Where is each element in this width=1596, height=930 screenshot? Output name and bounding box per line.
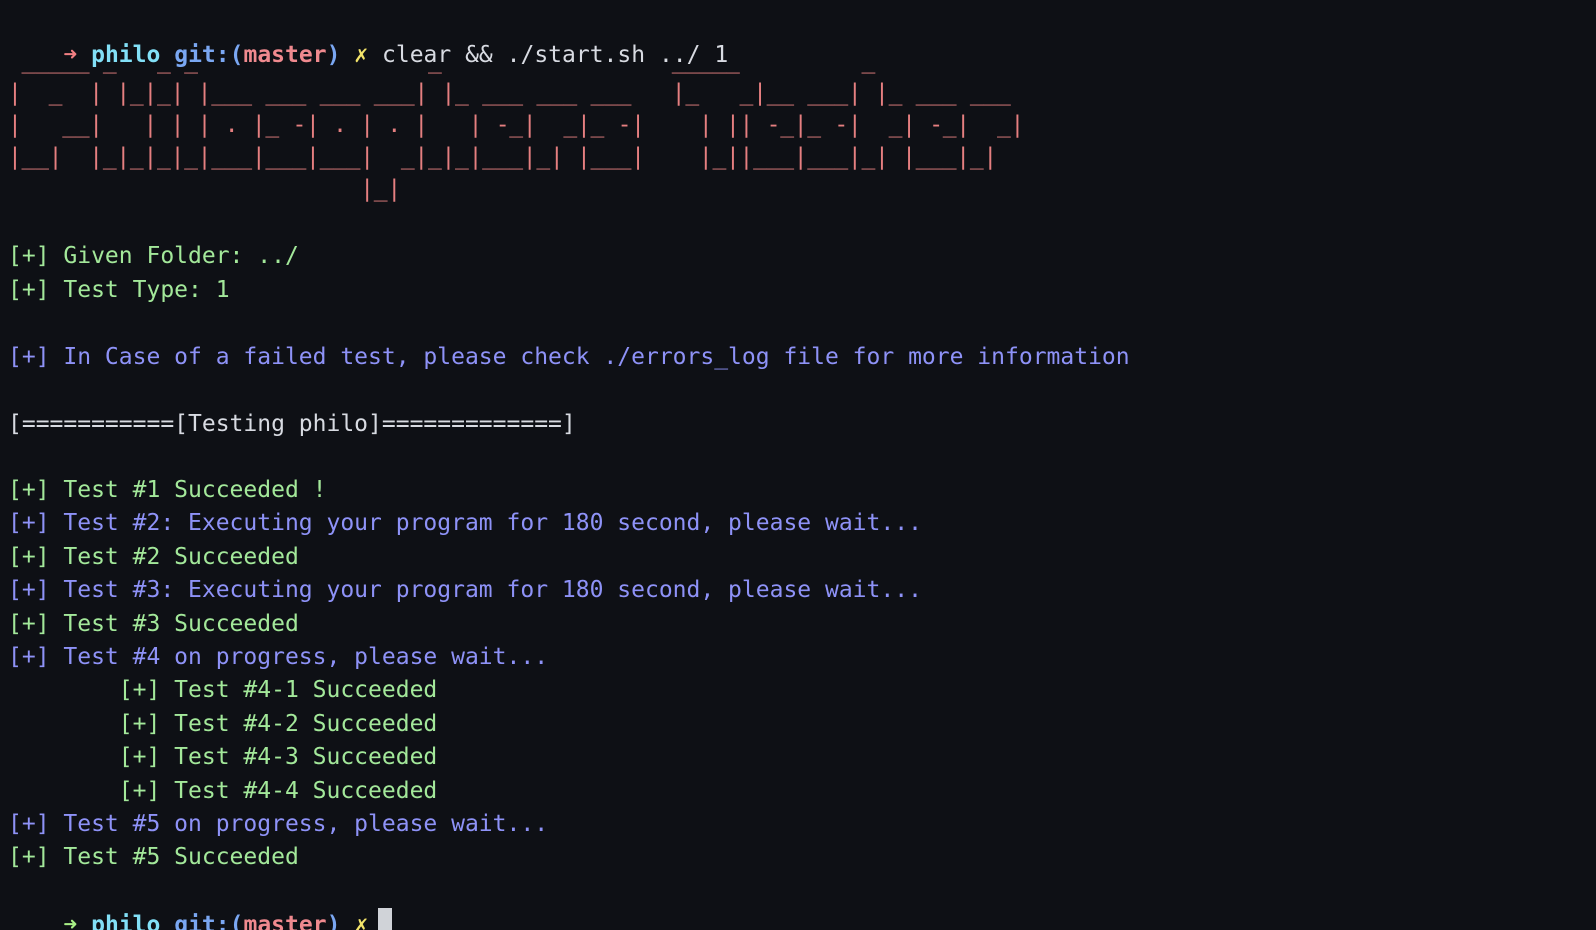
test-type-line: [+] Test Type: 1: [8, 277, 230, 303]
test-result-line: [+] Test #3: Executing your program for …: [8, 577, 922, 604]
test-result-line: [+] Test #5 Succeeded: [8, 844, 299, 871]
test-result-line: [+] Test #4-2 Succeeded: [8, 710, 438, 737]
prompt-dirty-mark: ✗: [354, 912, 369, 930]
prompt-arrow-icon: ➜: [63, 912, 78, 930]
prompt-git-prefix: git:(: [174, 912, 244, 930]
test-result-line: [+] Test #2 Succeeded: [8, 543, 299, 570]
test-result-line: [+] Test #4-4 Succeeded: [8, 777, 438, 804]
test-result-line: [+] Test #5 on progress, please wait...: [8, 811, 549, 837]
test-result-line: [+] Test #4 on progress, please wait...: [8, 644, 549, 670]
prompt-line-1: ➜ philo git:(master) ✗ clear && ./start.…: [8, 6, 728, 68]
test-result-line: [+] Test #2: Executing your program for …: [8, 510, 922, 537]
given-folder-line: [+] Given Folder: ../: [8, 243, 299, 269]
prompt-branch: master: [243, 912, 327, 930]
testing-header: [===========[Testing philo]=============…: [8, 411, 576, 437]
test-result-line: [+] Test #3 Succeeded: [8, 610, 299, 637]
prompt-git-suffix: ): [326, 912, 341, 930]
prompt-line-2[interactable]: ➜ philo git:(master) ✗: [8, 875, 393, 930]
test-result-line: [+] Test #4-1 Succeeded: [8, 677, 438, 704]
philosophers-tester-banner: _____ _ _ _ _ _____ _ | _ | |_|_| |___ _…: [8, 48, 1025, 202]
terminal-window[interactable]: ➜ philo git:(master) ✗ clear && ./start.…: [0, 0, 1596, 930]
test-result-line: [+] Test #4-3 Succeeded: [8, 744, 438, 771]
failed-test-note: [+] In Case of a failed test, please che…: [8, 344, 1130, 370]
prompt-dir: philo: [91, 912, 161, 930]
test-result-line: [+] Test #1 Succeeded !: [8, 477, 327, 503]
text-cursor[interactable]: [378, 908, 393, 930]
